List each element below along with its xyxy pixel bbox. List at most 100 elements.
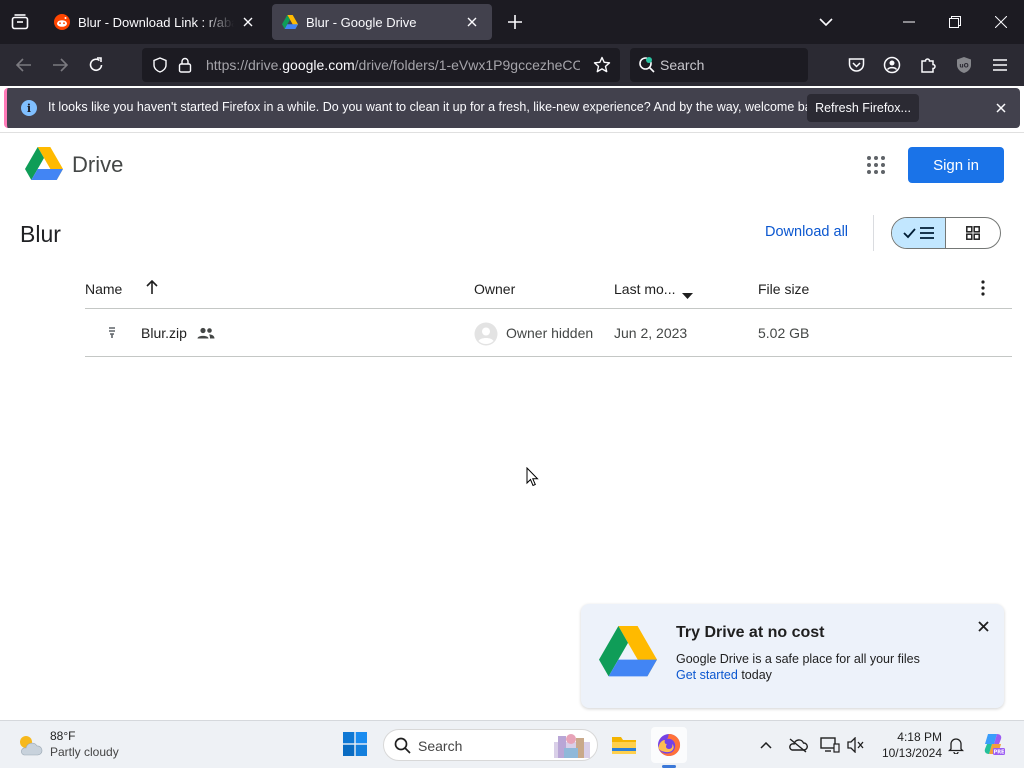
- apps-grid-dot: [867, 163, 871, 167]
- url-prefix: https://drive.: [206, 57, 283, 73]
- account-button[interactable]: [878, 51, 906, 79]
- owner-avatar: [474, 322, 498, 349]
- tab-overview-icon: [11, 14, 29, 30]
- firefox-icon: [658, 733, 681, 756]
- windows-taskbar: 88°F Partly cloudy Search 4:18 PM 10/13/…: [0, 720, 1024, 768]
- show-hidden-icons-button[interactable]: [756, 735, 776, 755]
- chevron-down-icon: [819, 18, 833, 26]
- bookmark-star-icon[interactable]: [593, 56, 611, 79]
- notification-message: It looks like you haven't started Firefo…: [48, 100, 828, 114]
- column-name[interactable]: Name: [85, 281, 122, 297]
- chevron-up-icon: [760, 741, 772, 749]
- ublock-shield-icon: uO: [957, 57, 971, 73]
- close-tab-button[interactable]: [238, 12, 258, 32]
- search-bar[interactable]: Search: [630, 48, 808, 82]
- close-promo-button[interactable]: [973, 616, 993, 636]
- google-apps-button[interactable]: [862, 151, 890, 179]
- tracking-protection-shield-icon[interactable]: [152, 57, 168, 78]
- column-last-modified[interactable]: Last mo...: [614, 281, 675, 297]
- file-name[interactable]: Blur.zip: [141, 325, 187, 341]
- back-button[interactable]: [10, 51, 38, 79]
- extensions-button[interactable]: [914, 51, 942, 79]
- account-icon: [883, 56, 901, 74]
- restore-button[interactable]: [941, 8, 969, 36]
- start-button[interactable]: [342, 731, 370, 759]
- refresh-firefox-button[interactable]: Refresh Firefox...: [807, 94, 919, 122]
- taskbar-search-placeholder: Search: [418, 738, 463, 754]
- tab-google-drive[interactable]: Blur - Google Drive: [272, 4, 492, 40]
- table-row[interactable]: Blur.zip Owner hidden Jun 2, 2023 5.02 G…: [85, 310, 1012, 357]
- notifications-bell-icon[interactable]: [946, 735, 966, 755]
- grid-icon: [966, 226, 980, 240]
- hamburger-menu-icon: [993, 59, 1007, 71]
- system-clock[interactable]: 4:18 PM 10/13/2024: [874, 729, 942, 761]
- onedrive-offline-icon[interactable]: [788, 735, 808, 755]
- svg-text:PRE: PRE: [994, 750, 1006, 756]
- tab-reddit[interactable]: Blur - Download Link : r/abandonware: [44, 4, 268, 40]
- puzzle-icon: [921, 58, 936, 73]
- sign-in-button[interactable]: Sign in: [908, 147, 1004, 183]
- close-icon: [467, 17, 477, 27]
- list-all-tabs-button[interactable]: [8, 10, 32, 34]
- search-icon: [394, 737, 411, 759]
- zip-file-icon: [107, 326, 117, 343]
- url-domain: google.com: [282, 57, 355, 73]
- apps-grid-dot: [881, 156, 885, 160]
- column-owner[interactable]: Owner: [474, 281, 515, 297]
- get-started-link[interactable]: Get started: [676, 668, 738, 682]
- download-all-button[interactable]: Download all: [765, 224, 848, 240]
- file-size: 5.02 GB: [758, 325, 810, 341]
- promo-cta: Get started today: [676, 668, 772, 682]
- taskbar-search[interactable]: Search: [383, 729, 598, 761]
- volume-muted-icon[interactable]: [846, 735, 866, 755]
- address-bar[interactable]: https://drive.google.com/drive/folders/1…: [142, 48, 620, 82]
- reload-button[interactable]: [82, 51, 110, 79]
- promo-body: Google Drive is a safe place for all you…: [676, 652, 920, 666]
- checkmark-list-icon: [902, 227, 934, 239]
- list-view-button[interactable]: [892, 218, 947, 248]
- close-notification-button[interactable]: [991, 98, 1011, 118]
- firefox-taskbar-button[interactable]: [651, 727, 687, 763]
- info-icon: i: [21, 100, 37, 116]
- column-file-size[interactable]: File size: [758, 281, 809, 297]
- sort-ascending-button[interactable]: [146, 279, 158, 297]
- folder-icon: [612, 737, 636, 754]
- refresh-firefox-notification: i It looks like you haven't started Fire…: [4, 88, 1020, 128]
- url-path: /drive/folders/1-eVwx1P9gccezheCO: [354, 57, 580, 73]
- window-close-button[interactable]: [987, 8, 1015, 36]
- grid-view-button[interactable]: [946, 218, 1000, 248]
- more-options-button[interactable]: [981, 280, 985, 299]
- pocket-icon: [848, 58, 864, 72]
- promo-title: Try Drive at no cost: [676, 624, 825, 641]
- close-icon: [243, 17, 253, 27]
- drive-page: Drive Sign in Blur Download all Name Own…: [0, 132, 1024, 720]
- file-explorer-button[interactable]: [606, 727, 642, 763]
- apps-grid-dot: [881, 170, 885, 174]
- new-tab-button[interactable]: [504, 11, 526, 33]
- plus-icon: [508, 15, 522, 29]
- clock-time: 4:18 PM: [897, 730, 942, 744]
- apps-grid-dot: [867, 170, 871, 174]
- network-display-icon[interactable]: [820, 735, 840, 755]
- url-text[interactable]: https://drive.google.com/drive/folders/1…: [206, 57, 580, 73]
- arrow-up-icon: [146, 279, 158, 294]
- restore-icon: [949, 16, 961, 28]
- pocket-button[interactable]: [842, 51, 870, 79]
- forward-button[interactable]: [46, 51, 74, 79]
- windows-logo-icon: [343, 732, 367, 756]
- google-drive-logo[interactable]: [25, 147, 63, 186]
- drive-brand-name[interactable]: Drive: [72, 152, 123, 178]
- caret-down-icon[interactable]: [682, 286, 693, 302]
- app-menu-button[interactable]: [986, 51, 1014, 79]
- copilot-icon[interactable]: PRE: [980, 731, 1006, 757]
- minimize-button[interactable]: [895, 8, 923, 36]
- apps-grid-dot: [881, 163, 885, 167]
- shared-people-icon: [197, 326, 215, 342]
- apps-grid-dot: [874, 163, 878, 167]
- tab-title: Blur - Download Link : r/abandonware: [78, 14, 234, 30]
- partly-cloudy-icon: [16, 732, 44, 763]
- ublock-button[interactable]: uO: [950, 51, 978, 79]
- tab-list-dropdown-button[interactable]: [812, 8, 840, 36]
- close-tab-button[interactable]: [462, 12, 482, 32]
- lock-icon[interactable]: [178, 57, 192, 78]
